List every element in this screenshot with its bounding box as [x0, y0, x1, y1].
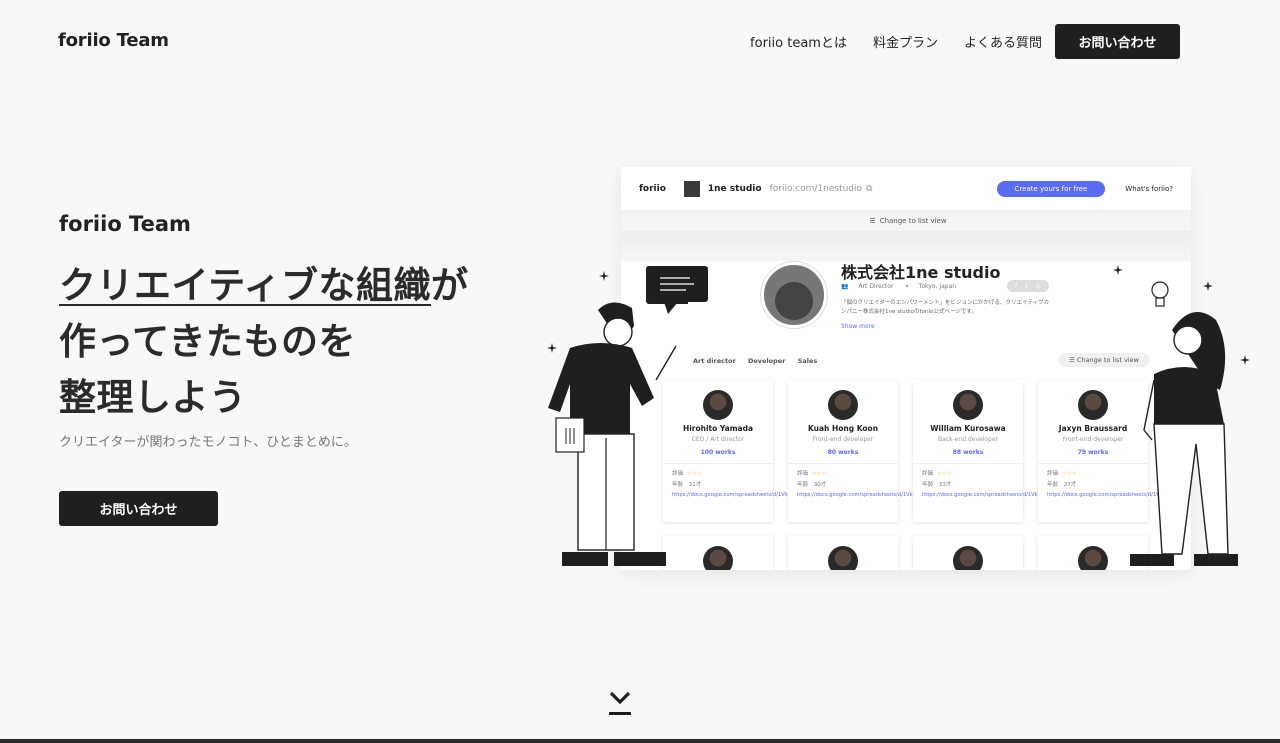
divider — [913, 463, 1023, 464]
member-name: William Kurosawa — [930, 424, 1006, 433]
mockup-list-toggle: ☰ Change to list view — [621, 211, 1191, 231]
hero-contact-button[interactable]: お問い合わせ — [59, 491, 218, 526]
mockup-role: Art Director — [858, 283, 894, 290]
mockup-show-more: Show more — [841, 323, 875, 330]
avatar — [828, 390, 858, 420]
avatar — [953, 546, 983, 570]
mockup-list-label: Change to list view — [879, 217, 947, 225]
sparkle-icon — [599, 271, 609, 281]
hero-title: クリエイティブな組織が 作ってきたものを 整理しよう — [59, 258, 469, 426]
mockup-topbar: foriio 1ne studio foriio.com/1nestudio ⧉… — [621, 167, 1191, 211]
divider — [788, 463, 898, 464]
rating-label: 評価 — [1047, 471, 1059, 477]
member-works: 88 works — [952, 449, 984, 456]
member-card: Kuah Hong Koon Front-end developer 80 wo… — [788, 380, 955, 522]
member-card — [788, 536, 898, 570]
twitter-icon: t — [1025, 282, 1028, 290]
member-works: 80 works — [827, 449, 859, 456]
lightbulb-icon — [1151, 281, 1169, 307]
age-label: 年齢 — [797, 482, 809, 488]
member-role: Back-end developer — [938, 436, 998, 443]
member-age: 年齢 30才 — [788, 480, 898, 488]
member-age: 年齢 33才 — [913, 480, 1023, 488]
mockup-description: 「個のクリエイターのエンパワーメント」をビジョンにかかげる、クリエイティブカンパ… — [841, 300, 1050, 315]
member-card: William Kurosawa Back-end developer 88 w… — [913, 380, 1080, 522]
link-icon: ◎ — [1035, 282, 1041, 290]
mockup-brand: foriio — [639, 183, 666, 194]
nav-about[interactable]: foriio teamとは — [750, 32, 847, 51]
member-link: https://docs.google.com/spreadsheets/d/1… — [922, 492, 1080, 498]
member-rating: 評価 ☆☆☆ — [913, 469, 1023, 477]
speech-bubble-icon — [646, 266, 708, 314]
age-label: 年齢 — [922, 482, 934, 488]
mockup-filters: Art director Developer Sales — [693, 357, 827, 365]
rating-label: 評価 — [797, 471, 809, 477]
mockup-studio-name: 1ne studio — [707, 183, 762, 194]
star-icon: ☆☆☆ — [812, 471, 827, 477]
mockup-cover — [621, 231, 1191, 261]
star-icon: ☆☆☆ — [687, 471, 702, 477]
hero-title-line3: 整理しよう — [59, 376, 247, 419]
user-icon: 👥 — [841, 283, 849, 290]
star-icon: ☆☆☆ — [1062, 471, 1077, 477]
hero-title-underlined: クリエイティブな組織 — [59, 264, 432, 307]
avatar — [703, 390, 733, 420]
copy-icon: ⧉ — [866, 183, 873, 194]
woman-illustration — [1130, 281, 1238, 566]
next-section-edge — [0, 739, 1280, 743]
sparkle-icon — [547, 343, 557, 353]
mockup-url: foriio.com/1nestudio — [769, 183, 863, 194]
member-card — [913, 536, 1023, 570]
nav-faq[interactable]: よくある質問 — [964, 32, 1042, 51]
avatar — [953, 390, 983, 420]
mockup-whats-link: What's foriio? — [1125, 184, 1173, 193]
hero-brand: foriio Team — [59, 212, 191, 236]
location-pin-icon: ⌖ — [905, 283, 909, 290]
avatar — [1078, 546, 1108, 570]
mockup-social-icons: f t ◎ — [1007, 280, 1049, 292]
mockup-filter-art: Art director — [693, 357, 736, 365]
member-rating: 評価 ☆☆☆ — [788, 469, 898, 477]
age-label: 年齢 — [1047, 482, 1059, 488]
site-logo[interactable]: foriio Team — [58, 30, 169, 51]
member-role: Front-end developer — [812, 436, 874, 443]
sparkle-icon — [1113, 265, 1123, 275]
mockup-filter-dev: Developer — [748, 357, 786, 365]
avatar — [703, 546, 733, 570]
mockup-studio-avatar — [683, 180, 700, 197]
mockup-meta: 👥 Art Director ⌖ Tokyo, Japan — [841, 283, 966, 291]
avatar — [1078, 390, 1108, 420]
hero-title-line2: 作ってきたものを — [59, 320, 357, 363]
product-mockup: foriio 1ne studio foriio.com/1nestudio ⧉… — [621, 167, 1191, 570]
avatar — [828, 546, 858, 570]
main-nav: foriio teamとは 料金プラン よくある質問 お問い合わせ — [750, 24, 1180, 59]
mockup-member-cards: Hirohito Yamada CEO / Art director 100 w… — [663, 380, 1191, 570]
hero-subtitle: クリエイターが関わったモノコト、ひとまとめに。 — [59, 435, 357, 450]
header-contact-button[interactable]: お問い合わせ — [1055, 24, 1180, 59]
mockup-company-name: 株式会社1ne studio — [841, 263, 1001, 282]
age-value: 27才 — [1063, 482, 1077, 488]
mockup-location: Tokyo, Japan — [918, 283, 957, 290]
age-value: 30才 — [813, 482, 827, 488]
member-name: Kuah Hong Koon — [807, 424, 879, 433]
list-icon: ☰ — [869, 217, 876, 225]
age-value: 31才 — [688, 482, 702, 488]
nav-pricing[interactable]: 料金プラン — [873, 32, 938, 51]
hero-title-particle: が — [431, 264, 469, 307]
chevron-down-icon[interactable] — [608, 690, 632, 718]
star-icon: ☆☆☆ — [937, 471, 952, 477]
mockup-create-button: Create yours for free — [996, 180, 1106, 197]
sparkle-icon — [1203, 281, 1213, 291]
facebook-icon: f — [1015, 282, 1018, 290]
member-link: https://docs.google.com/spreadsheets/d/1… — [797, 492, 955, 498]
mockup-filter-sales: Sales — [797, 357, 818, 365]
mockup-profile-photo — [761, 262, 827, 328]
age-value: 33才 — [938, 482, 952, 488]
rating-label: 評価 — [922, 471, 934, 477]
sparkle-icon — [1240, 355, 1250, 365]
